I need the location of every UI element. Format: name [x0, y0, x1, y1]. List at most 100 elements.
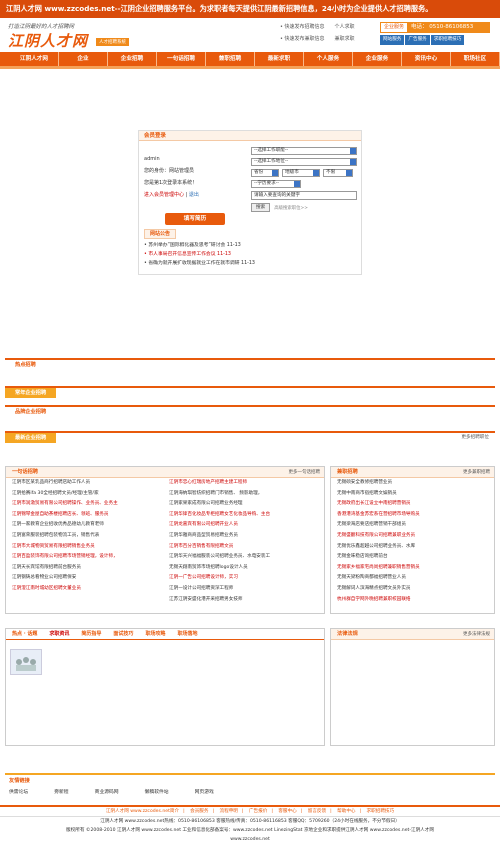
service-box: 企业服务 电话： 0510-86106853 网站服务 广告服务 求职招聘技巧	[380, 22, 490, 48]
job-item[interactable]: 江阴锦琴金屋自助茶楼招聘店长、领班、服务员	[12, 510, 163, 521]
job-item[interactable]: 无锡中南商市宿招聘文娱销员	[337, 489, 494, 500]
job-position-select[interactable]: --选择工作地位--	[251, 158, 357, 166]
province-select[interactable]: 省份	[251, 169, 279, 177]
job-item[interactable]: 无锡优乐鑫超越公司招聘业务员、水库	[337, 542, 494, 553]
nav-item[interactable]: 企业服务	[353, 52, 402, 66]
education-select[interactable]: --学历要求--	[251, 180, 301, 188]
job-item[interactable]: 江阴一设计公司招聘资深工程师	[169, 584, 323, 595]
more-law-link[interactable]: 更多法律法规	[463, 629, 490, 640]
keyword-input[interactable]: 请输入要查询的关键字	[251, 191, 357, 200]
more-oneline-link[interactable]: 更多一句话招聘	[289, 467, 321, 478]
search-button[interactable]: 搜索	[251, 203, 271, 212]
ad-service-button[interactable]: 广告服务	[405, 35, 430, 45]
notice-tab[interactable]: 网站公告	[144, 229, 177, 239]
job-item[interactable]: 江阴百盈装饰有限公司招聘市场营销经理，设计师，	[12, 552, 163, 563]
job-item[interactable]: 无锡解词人滨海精点招聘文员外实员	[337, 584, 494, 595]
tab-workplace-guide[interactable]: 职场攻略	[139, 629, 171, 639]
post-job-link[interactable]: • 快速发布招聘信息	[280, 24, 325, 30]
tab-job-news[interactable]: 求职资讯	[43, 629, 75, 639]
job-item[interactable]: 江阴市忠心红瑞房地产招聘主建工程师	[169, 478, 323, 489]
friend-links: 友情链接 供需论坛 旁新程 商业源码网 懒稿软件站 网页游戏	[5, 773, 495, 801]
footer-link[interactable]: 会员服务	[190, 809, 208, 814]
nav-item[interactable]: 个人服务	[304, 52, 353, 66]
notice-item[interactable]: 市人事局召开信息宣传工作会议 11-13	[144, 250, 356, 259]
news-thumbnail[interactable]	[10, 649, 42, 675]
section-title: 品牌企业招聘	[15, 409, 47, 415]
section-title: 热点招聘	[15, 362, 36, 368]
nav-item[interactable]: 最新求职	[255, 52, 304, 66]
job-item[interactable]: 香港港湾基金苏宏系在营招聘市场导购员	[337, 510, 494, 521]
job-item[interactable]: 江阴市百分百销售有限招聘文员	[169, 542, 323, 553]
friend-link[interactable]: 网页游戏	[195, 788, 214, 795]
parttime-list: 无锡硕安全教修招聘营业员 无锡中南商市宿招聘文娱销员 无锡政府出长江设立中南招聘…	[331, 478, 494, 605]
job-item[interactable]: 江阴市润渤贸易有限公司招聘操作、业务员、业务主	[12, 499, 163, 510]
web-service-button[interactable]: 网站服务	[380, 35, 405, 45]
footer-link[interactable]: 帮助中心	[337, 809, 355, 814]
job-item[interactable]: 江阴华天兴福福服装公司招聘业务员、水电安装工	[169, 552, 323, 563]
job-search-form: --选择工作职能-- --选择工作地位-- 省份 地级市 不限 --学历要求--…	[251, 147, 357, 212]
job-tips-button[interactable]: 求职招聘技巧	[430, 35, 465, 45]
job-item[interactable]: 江阴天长宾馆有限招聘前台服务员	[12, 563, 163, 574]
job-item[interactable]: 无锡政府出长江设立中南招聘营销员	[337, 499, 494, 510]
footer-link[interactable]: 留言反馈	[308, 809, 326, 814]
job-item[interactable]: 无锡盛翻科技有限公司招聘兼职业务员	[337, 531, 494, 542]
nav-item[interactable]: 一句话招聘	[157, 52, 206, 66]
nav-item[interactable]: 兼职招聘	[206, 52, 255, 66]
job-item[interactable]: 江阴市区某乳品商行招聘店助工作人员	[12, 478, 163, 489]
job-item[interactable]: 无锡天翔南贸饰市场招聘logo设计人员	[169, 563, 323, 574]
site-logo[interactable]: 江阴人才网	[8, 30, 88, 51]
job-item[interactable]: 无锡金味稳店询招聘前台	[337, 552, 494, 563]
nav-item[interactable]: 企业招聘	[108, 52, 157, 66]
job-item[interactable]: 无锡硕安全教修招聘营业员	[337, 478, 494, 489]
friend-link[interactable]: 旁新程	[54, 788, 68, 795]
job-item[interactable]: 江阴华雅商商品型贸易招聘业务员	[169, 531, 323, 542]
job-item[interactable]: 无锡天梁粉陶商都福招聘营业人员	[337, 573, 494, 584]
job-item[interactable]: 江阴海纳琪智纺织招聘门市销售、 频影助理，	[169, 489, 323, 500]
footer-link[interactable]: 求职招聘技巧	[367, 809, 395, 814]
job-item[interactable]: 杭州群自学网外晚招聘兼职校园联络	[337, 595, 494, 606]
personal-job-link[interactable]: 个人求职	[335, 24, 355, 30]
nav-item[interactable]: 资讯中心	[402, 52, 451, 66]
footer-link[interactable]: 江阴人才网 www.zzcodes.net简介	[106, 809, 179, 814]
friend-link[interactable]: 商业源码网	[95, 788, 119, 795]
post-resume-button[interactable]: 填写简历	[165, 213, 225, 225]
logout-link[interactable]: 退出	[189, 192, 199, 198]
footer-link[interactable]: 客服中心	[278, 809, 296, 814]
tab-resume-guide[interactable]: 简历指导	[75, 629, 107, 639]
friend-link[interactable]: 懒稿软件站	[145, 788, 169, 795]
job-item[interactable]: 江阴一家教育企业招收优秀品德幼儿教育老师	[12, 520, 163, 531]
job-item[interactable]: 江阴龙嘉宾有限公司招聘开业人员	[169, 520, 323, 531]
advanced-search-link[interactable]: 高级搜索职位>>	[274, 205, 308, 211]
job-item[interactable]: 江阴华锋百化妆品专柜招聘女艺化妆品导购、主台	[169, 510, 323, 521]
footer-link[interactable]: 流程申明	[220, 809, 238, 814]
job-function-select[interactable]: --选择工作职能--	[251, 147, 357, 155]
notice-item[interactable]: 苏州举办“国际孵化器及思考”研讨会 11-13	[144, 241, 356, 250]
nav-item[interactable]: 职场社区	[451, 52, 500, 66]
oneline-list-left: 江阴市区某乳品商行招聘店助工作人员 江阴拾赛ifa 30全经招聘文员/经理/主管…	[6, 478, 163, 605]
quick-link-row: • 快速发布兼职信息 兼职求职	[280, 33, 355, 45]
city-select[interactable]: 地级市	[282, 169, 320, 177]
nav-item[interactable]: 企业	[59, 52, 108, 66]
job-item[interactable]: 江阴富荣服装招聘包装物流工员，销售代表	[12, 531, 163, 542]
job-item[interactable]: 江阴一广告公司招聘设计师，实习	[169, 573, 323, 584]
nav-item[interactable]: 江阴人才网	[10, 52, 59, 66]
post-parttime-link[interactable]: • 快速发布兼职信息	[280, 36, 325, 42]
job-item[interactable]: 江阴拾赛ifa 30全经招聘文员/经理/主管/家	[12, 489, 163, 500]
tab-workplace-landing[interactable]: 职场落地	[171, 629, 203, 639]
more-parttime-link[interactable]: 更多兼职招聘	[463, 467, 490, 478]
job-item[interactable]: 江阴家果家成有限公司招聘业务经理	[169, 499, 323, 510]
district-select[interactable]: 不限	[323, 169, 353, 177]
notice-item[interactable]: 省确为就开展扩收现据就业工作在就市调研 11-13	[144, 259, 356, 268]
footer-link[interactable]: 广告报价	[249, 809, 267, 814]
tab-interview-tips[interactable]: 面试技巧	[107, 629, 139, 639]
job-item[interactable]: 江阴市大城物资贸易有限招聘销售业务员	[12, 542, 163, 553]
job-item[interactable]: 无锡家乡福家宅尚尚招聘兼职销售营销员	[337, 563, 494, 574]
friend-link[interactable]: 供需论坛	[9, 788, 28, 795]
job-item[interactable]: 江阴澄江南时城幼区招聘文董业员	[12, 584, 163, 595]
member-center-link[interactable]: 进入会员管理中心	[144, 192, 184, 198]
job-item[interactable]: 江阴钢铸总看物业公司招聘保安	[12, 573, 163, 584]
parttime-job-link[interactable]: 兼职求职	[335, 36, 355, 42]
job-item[interactable]: 江苏江阴安盛化港开采招聘男女技师	[169, 595, 323, 606]
more-jobs-link[interactable]: 更多招聘职位	[461, 434, 489, 440]
job-item[interactable]: 无锡梁海店要店招聘营销干部组员	[337, 520, 494, 531]
